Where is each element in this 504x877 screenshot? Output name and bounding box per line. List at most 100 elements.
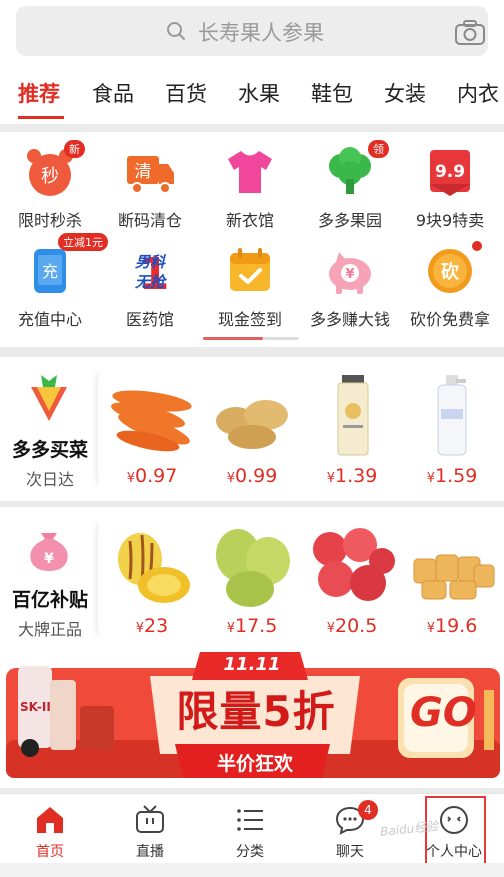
money-bag-icon: ¥ (30, 533, 68, 571)
banner-brand: SK-II (20, 700, 51, 714)
nav-live[interactable]: 直播 (100, 794, 200, 864)
system-bar (0, 863, 504, 877)
pepino-melon-image (118, 533, 190, 603)
truck-icon: 清 (127, 156, 174, 194)
product-price: ¥20.5 (326, 615, 378, 637)
grid-item-label: 现金签到 (217, 310, 282, 329)
svg-text:充: 充 (42, 262, 58, 281)
list-icon (237, 809, 263, 831)
banner-title: 限量5折 (176, 687, 336, 736)
subsidy-brand[interactable]: ¥ 百亿补贴 大牌正品 (0, 507, 100, 651)
price-tag-icon: 9.9 (430, 150, 470, 196)
product-card[interactable]: ¥23 (104, 513, 200, 649)
product-card[interactable]: ¥0.99 (204, 363, 300, 499)
nav-categories[interactable]: 分类 (200, 794, 300, 864)
section-title: 百亿补贴 (11, 589, 88, 611)
product-card[interactable]: ¥1.39 (304, 363, 400, 499)
nav-label: 直播 (136, 844, 164, 860)
tab-food[interactable]: 食品 (92, 78, 134, 108)
grid-item-clearance[interactable]: 清 断码清仓 (100, 146, 200, 231)
svg-text:男科: 男科 (135, 253, 167, 271)
spray-bottle-image (437, 375, 467, 456)
banner-date: 11.11 (223, 654, 281, 675)
grid-item-flash-sale[interactable]: 秒 新 限时秒杀 (0, 140, 100, 231)
tab-general-goods[interactable]: 百货 (165, 78, 207, 108)
bargain-coin-icon: 砍 (428, 249, 472, 293)
grid-item-label: 新衣馆 (225, 211, 274, 230)
product-price: ¥23 (135, 615, 169, 637)
nav-label: 首页 (36, 844, 64, 860)
chat-unread-badge: 4 (358, 800, 378, 820)
product-price: ¥1.39 (326, 465, 378, 487)
subsidy-section: ¥ 百亿补贴 大牌正品 ¥23 ¥17.5 ¥20.5 ¥19.6 (0, 507, 504, 651)
new-badge: 新 (64, 140, 85, 158)
camera-icon[interactable] (454, 20, 486, 46)
product-price: ¥0.99 (226, 465, 278, 487)
grid-item-recharge[interactable]: 充 立减1元 充值中心 (0, 233, 108, 330)
grocery-brand[interactable]: 多多买菜 次日达 (0, 357, 100, 501)
tv-icon (136, 805, 164, 833)
category-tabs: 推荐 食品 百货 水果 鞋包 女装 内衣 (0, 64, 504, 120)
apples-image (313, 528, 395, 601)
grid-item-label: 充值中心 (17, 310, 82, 329)
grid-item-cash-checkin[interactable]: 现金签到 (200, 245, 300, 330)
product-price: ¥0.97 (126, 465, 178, 487)
active-tab-indicator (18, 116, 64, 119)
grid-item-pharmacy[interactable]: 1 男科 无抢 医药馆 (100, 245, 200, 330)
search-input[interactable]: 长寿果人参果 (16, 6, 488, 56)
product-price: ¥19.6 (426, 615, 478, 637)
tab-fruit[interactable]: 水果 (238, 78, 280, 108)
grid-item-label: 多多果园 (317, 211, 382, 230)
search-placeholder: 长寿果人参果 (198, 21, 324, 45)
coupon-badge: 领 (368, 140, 389, 158)
feature-grid: 秒 新 限时秒杀 清 断码清仓 新衣馆 领 多多果园 9.9 9块9特卖 充 立… (0, 132, 504, 347)
tab-shoes-bags[interactable]: 鞋包 (311, 78, 353, 108)
grid-item-bargain[interactable]: 砍 砍价免费拿 (400, 241, 500, 330)
phone-recharge-icon: 充 (34, 249, 66, 293)
cream-tube-image (337, 375, 369, 456)
grid-item-label: 多多赚大钱 (309, 310, 390, 329)
section-title: 多多买菜 (11, 439, 88, 461)
notification-dot (472, 241, 482, 251)
product-price: ¥1.59 (426, 465, 478, 487)
grocery-section: 多多买菜 次日达 ¥0.97 ¥0.99 ¥1.39 ¥1.59 (0, 357, 504, 501)
grid-item-new-clothes[interactable]: 新衣馆 (200, 146, 300, 231)
grid-item-label: 9块9特卖 (415, 211, 485, 230)
product-card[interactable]: ¥0.97 (104, 363, 200, 499)
grid-item-9-9-sale[interactable]: 9.9 9块9特卖 (400, 146, 500, 231)
grid-item-label: 砍价免费拿 (409, 310, 490, 329)
svg-text:砍: 砍 (441, 261, 460, 283)
nav-label: 分类 (236, 844, 264, 860)
header: 长寿果人参果 推荐 食品 百货 水果 鞋包 女装 内衣 (0, 0, 504, 124)
grid-page-indicator (203, 337, 299, 340)
svg-text:¥: ¥ (44, 551, 54, 567)
calendar-check-icon (230, 248, 270, 291)
tab-womens-clothing[interactable]: 女装 (384, 78, 426, 108)
product-card[interactable]: ¥20.5 (304, 513, 400, 649)
section-subtitle: 次日达 (25, 470, 74, 489)
grid-item-orchard[interactable]: 领 多多果园 (300, 140, 400, 231)
piggy-bank-icon: ¥ (329, 252, 371, 294)
svg-text:无抢: 无抢 (134, 273, 168, 291)
product-price: ¥17.5 (226, 615, 278, 637)
section-subtitle: 大牌正品 (17, 620, 82, 639)
nav-label: 聊天 (336, 844, 364, 860)
product-card[interactable]: ¥17.5 (204, 513, 300, 649)
product-card[interactable]: ¥1.59 (404, 363, 500, 499)
search-icon (167, 22, 185, 40)
svg-text:清: 清 (135, 162, 152, 182)
tshirt-icon (228, 151, 272, 193)
svg-text:秒: 秒 (41, 166, 59, 187)
nav-home[interactable]: 首页 (0, 794, 100, 864)
grid-item-label: 限时秒杀 (17, 211, 82, 230)
grid-item-label: 断码清仓 (117, 211, 182, 230)
grid-item-label: 医药馆 (125, 310, 174, 329)
medicine-icon: 1 男科 无抢 (134, 249, 169, 300)
product-card[interactable]: ¥19.6 (404, 513, 500, 649)
tab-underwear[interactable]: 内衣 (457, 78, 499, 108)
grid-item-earn-money[interactable]: ¥ 多多赚大钱 (300, 245, 400, 330)
svg-text:9.9: 9.9 (435, 162, 465, 182)
pastries-image (413, 554, 495, 600)
banner-go-button[interactable]: GO (410, 690, 477, 736)
tab-recommend[interactable]: 推荐 (18, 78, 60, 108)
